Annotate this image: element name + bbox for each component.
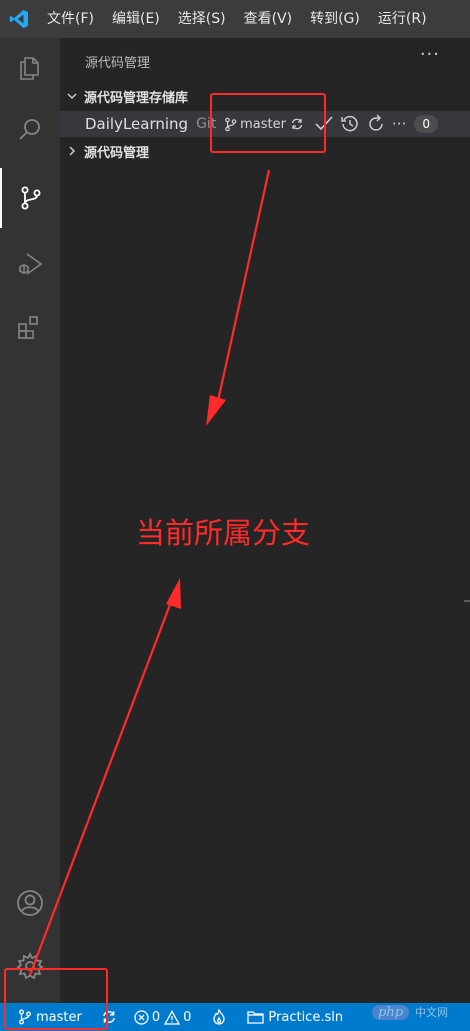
vscode-logo-icon <box>0 0 38 38</box>
refresh-icon[interactable] <box>366 114 386 134</box>
branch-highlight-box <box>210 93 326 153</box>
repo-more-actions-button[interactable]: ··· <box>392 115 406 133</box>
changes-count-badge: 0 <box>414 115 439 133</box>
repository-name: DailyLearning <box>85 115 189 133</box>
warning-count: 0 <box>183 1009 192 1025</box>
menu-run[interactable]: 运行(R) <box>369 0 436 38</box>
menu-view[interactable]: 查看(V) <box>235 0 302 38</box>
status-solution-button[interactable]: Practice.sln <box>233 1010 350 1025</box>
extensions-icon[interactable] <box>0 298 60 358</box>
files-icon[interactable] <box>0 38 60 98</box>
error-count: 0 <box>151 1009 161 1025</box>
scm-section-header[interactable]: 源代码管理 <box>64 140 149 162</box>
menu-edit[interactable]: 编辑(E) <box>103 0 169 38</box>
chevron-down-icon <box>67 93 77 100</box>
status-branch-highlight-box <box>4 968 108 1030</box>
repositories-section-header[interactable]: 源代码管理存储库 <box>64 85 188 107</box>
status-problems-button[interactable]: 0 0 <box>124 1010 199 1025</box>
solution-name: Practice.sln <box>268 1009 344 1025</box>
sidebar-title: 源代码管理 <box>85 56 151 71</box>
scrollbar-marker <box>464 600 470 602</box>
search-icon[interactable] <box>0 100 60 160</box>
menu-bar: 文件(F) 编辑(E) 选择(S) 查看(V) 转到(G) 运行(R) <box>0 0 470 38</box>
site-watermark: php 中文网 <box>372 1004 448 1020</box>
watermark-text: 中文网 <box>415 1006 449 1019</box>
more-actions-button[interactable]: ··· <box>420 44 440 65</box>
chevron-right-icon <box>69 146 76 156</box>
history-icon[interactable] <box>340 114 360 134</box>
warning-icon <box>164 1009 181 1025</box>
repositories-section-label: 源代码管理存储库 <box>84 90 189 106</box>
account-icon[interactable] <box>0 873 60 933</box>
status-flame-icon[interactable] <box>198 1009 233 1025</box>
run-debug-icon[interactable] <box>0 234 60 294</box>
menu-selection[interactable]: 选择(S) <box>169 0 235 38</box>
folder-icon <box>247 1011 265 1024</box>
menu-go[interactable]: 转到(G) <box>301 0 369 38</box>
menu-file[interactable]: 文件(F) <box>38 0 103 38</box>
activity-bar <box>0 38 60 1003</box>
error-icon <box>134 1009 149 1025</box>
annotation-label: 当前所属分支 <box>136 516 311 550</box>
source-control-icon[interactable] <box>0 168 60 228</box>
watermark-logo: php <box>372 1004 410 1020</box>
scm-section-label: 源代码管理 <box>84 145 150 161</box>
